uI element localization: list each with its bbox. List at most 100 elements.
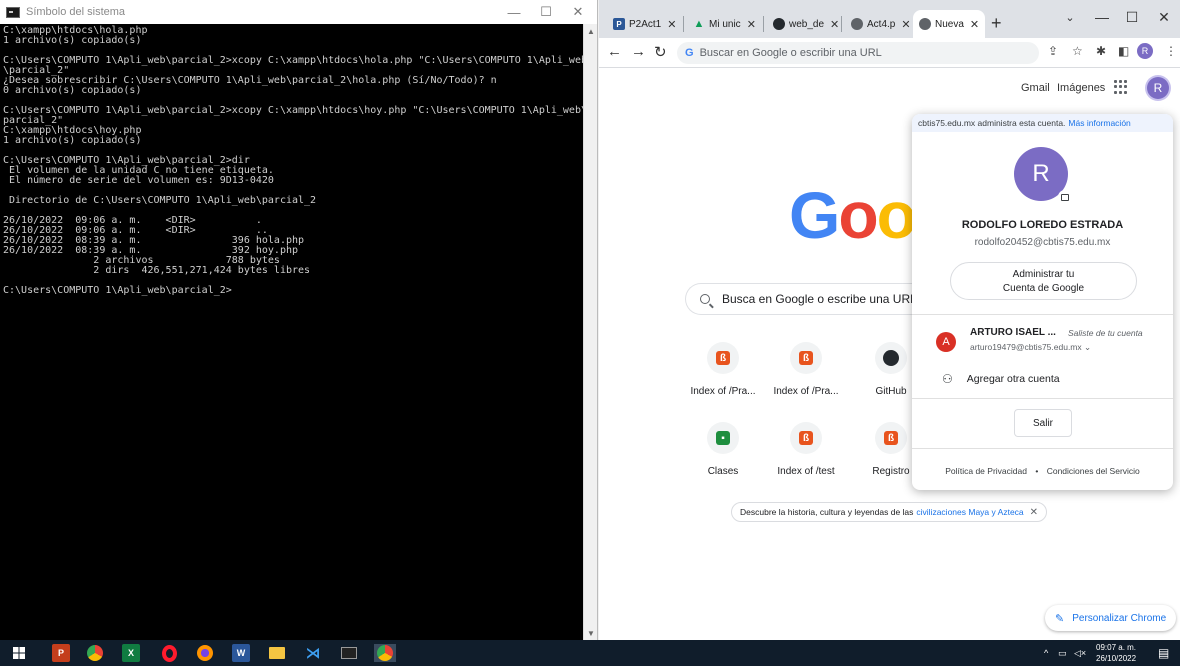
shortcut-label: Index of /Pra... [773,386,839,397]
cmd-titlebar[interactable]: Símbolo del sistema — ☐ ✕ [0,0,597,24]
other-account-avatar[interactable]: A [936,332,956,352]
taskbar: P X W ⋊ ^ ▭ ◁× 09:07 a. m. 26/10/2022 ▤ [0,640,1180,666]
google-search-input[interactable]: Busca en Google o escribe una URL [685,283,945,315]
cmd-taskbar-icon[interactable] [340,644,358,662]
shortcut-tile[interactable]: ß Index of /Pra... [771,342,841,397]
chrome-close-button[interactable]: ✕ [1145,6,1180,28]
vscode-taskbar-icon[interactable]: ⋊ [304,644,322,662]
more-info-link[interactable]: Más información [1068,118,1130,128]
tab-label: Mi unic [709,18,741,30]
network-icon[interactable]: ▭ [1058,640,1067,666]
cmd-window-title: Símbolo del sistema [26,6,126,18]
menu-dots-icon[interactable]: ⋮ [1165,44,1177,58]
address-bar[interactable]: G Buscar en Google o escribir una URL [677,42,1039,64]
other-account-email[interactable]: arturo19479@cbtis75.edu.mx ⌄ [970,342,1091,353]
shortcut-tile[interactable]: ß Index of /Pra... [688,342,758,397]
tab-mi-unidad[interactable]: ▲ Mi unic ✕ [687,10,762,38]
reload-icon[interactable]: ↻ [654,43,667,61]
cmd-line: 2 dirs 426,551,271,424 bytes libres [3,265,311,276]
tab-label: web_de [789,18,825,30]
cmd-line: C:\Users\COMPUTO 1\Apli_web\parcial_2>xc… [3,55,583,66]
scroll-up-icon[interactable]: ▲ [584,24,598,38]
classroom-icon: ▪ [716,431,730,445]
google-g-icon: G [685,47,694,59]
chevron-down-icon[interactable]: ⌄ [1084,342,1091,352]
cmd-minimize-button[interactable]: — [496,0,532,24]
chrome-toolbar: ← → ↻ G Buscar en Google o escribir una … [599,38,1180,68]
doodle-promo-chip[interactable]: Descubre la historia, cultura y leyendas… [731,502,1048,522]
shortcut-label: Index of /Pra... [690,386,756,397]
notifications-icon[interactable]: ▤ [1158,640,1169,666]
tab-p2act1[interactable]: P P2Act1 ✕ [607,10,682,38]
close-icon[interactable]: ✕ [1030,507,1038,518]
cmd-window: Símbolo del sistema — ☐ ✕ C:\xampp\htdoc… [0,0,598,640]
side-panel-icon[interactable]: ◧ [1118,44,1129,58]
xampp-icon: ß [716,351,730,365]
firefox-taskbar-icon[interactable] [196,644,214,662]
word-taskbar-icon[interactable]: W [232,644,250,662]
scroll-down-icon[interactable]: ▼ [584,626,598,640]
camera-icon[interactable] [1058,190,1072,204]
google-apps-icon[interactable] [1114,80,1128,94]
customize-chrome-button[interactable]: ✎ Personalizar Chrome [1045,605,1177,631]
xampp-icon: ß [799,351,813,365]
tab-label: Act4.p [867,18,896,30]
cmd-maximize-button[interactable]: ☐ [528,0,564,24]
other-account-name[interactable]: ARTURO ISAEL ... [970,327,1056,338]
banner-text: cbtis75.edu.mx administra esta cuenta. [918,118,1066,128]
drive-icon: ▲ [693,18,705,30]
shortcut-tile[interactable]: ▪ Clases [688,422,758,477]
signed-out-status: Saliste de tu cuenta [1068,328,1143,338]
clock-time: 09:07 a. m. [1096,643,1137,652]
images-link[interactable]: Imágenes [1057,82,1105,94]
globe-icon [851,18,863,30]
back-arrow-icon[interactable]: ← [607,43,622,60]
cmd-line: 1 archivo(s) copiado(s) [3,135,142,146]
bookmark-star-icon[interactable]: ☆ [1072,44,1083,58]
doodle-link[interactable]: civilizaciones Maya y Azteca [916,507,1023,517]
cmd-line: El número de serie del volumen es: 9D13-… [3,175,274,186]
add-account-label: Agregar otra cuenta [966,373,1060,385]
search-icon [700,294,710,304]
chrome-profile-taskbar-icon[interactable] [374,644,396,662]
profile-avatar-icon[interactable]: R [1137,43,1153,59]
account-popup: cbtis75.edu.mx administra esta cuenta. M… [912,114,1173,490]
tab-close-icon[interactable]: ✕ [747,18,756,31]
extensions-icon[interactable]: ✱ [1096,44,1106,58]
tab-act4[interactable]: Act4.p ✕ [845,10,917,38]
manage-account-button[interactable]: Administrar tu Cuenta de Google [950,262,1137,300]
sign-out-button[interactable]: Salir [1014,409,1072,437]
opera-taskbar-icon[interactable] [160,644,178,662]
tab-close-icon[interactable]: ✕ [667,18,676,31]
clock[interactable]: 09:07 a. m. 26/10/2022 [1096,642,1136,664]
cmd-scrollbar[interactable]: ▲ ▼ [583,24,597,640]
share-icon[interactable]: ⇪ [1048,44,1058,58]
file-explorer-icon[interactable] [268,644,286,662]
google-logo: Goo [789,178,917,252]
cmd-output[interactable]: C:\xampp\htdocs\hola.php 1 archivo(s) cop… [0,24,583,640]
excel-taskbar-icon[interactable]: X [122,644,140,662]
account-avatar-button[interactable]: R [1147,77,1169,99]
chrome-taskbar-icon[interactable] [86,644,104,662]
gmail-link[interactable]: Gmail [1021,82,1050,94]
forward-arrow-icon[interactable]: → [631,43,646,60]
windows-start-icon[interactable] [10,644,28,662]
search-placeholder: Busca en Google o escribe una URL [722,292,917,306]
terms-link[interactable]: Condiciones del Servicio [1047,466,1140,476]
cmd-app-icon [6,6,20,18]
tab-close-icon[interactable]: ✕ [901,18,910,31]
new-tab-button[interactable]: + [991,14,1002,32]
tab-web-de[interactable]: web_de ✕ [767,10,845,38]
tab-nueva[interactable]: Nueva ✕ [913,10,986,38]
shortcut-tile[interactable]: ß Index of /test [771,422,841,477]
tab-close-icon[interactable]: ✕ [970,18,979,31]
privacy-link[interactable]: Política de Privacidad [945,466,1027,476]
powerpoint-taskbar-icon[interactable]: P [52,644,70,662]
volume-icon[interactable]: ◁× [1074,640,1086,666]
cmd-close-button[interactable]: ✕ [560,0,596,24]
doodle-text: Descubre la historia, cultura y leyendas… [740,507,914,517]
tray-chevron-icon[interactable]: ^ [1044,640,1048,666]
tab-close-icon[interactable]: ✕ [830,18,839,31]
add-account-button[interactable]: ⚇ Agregar otra cuenta [942,372,1060,386]
pencil-icon: ✎ [1055,612,1065,625]
